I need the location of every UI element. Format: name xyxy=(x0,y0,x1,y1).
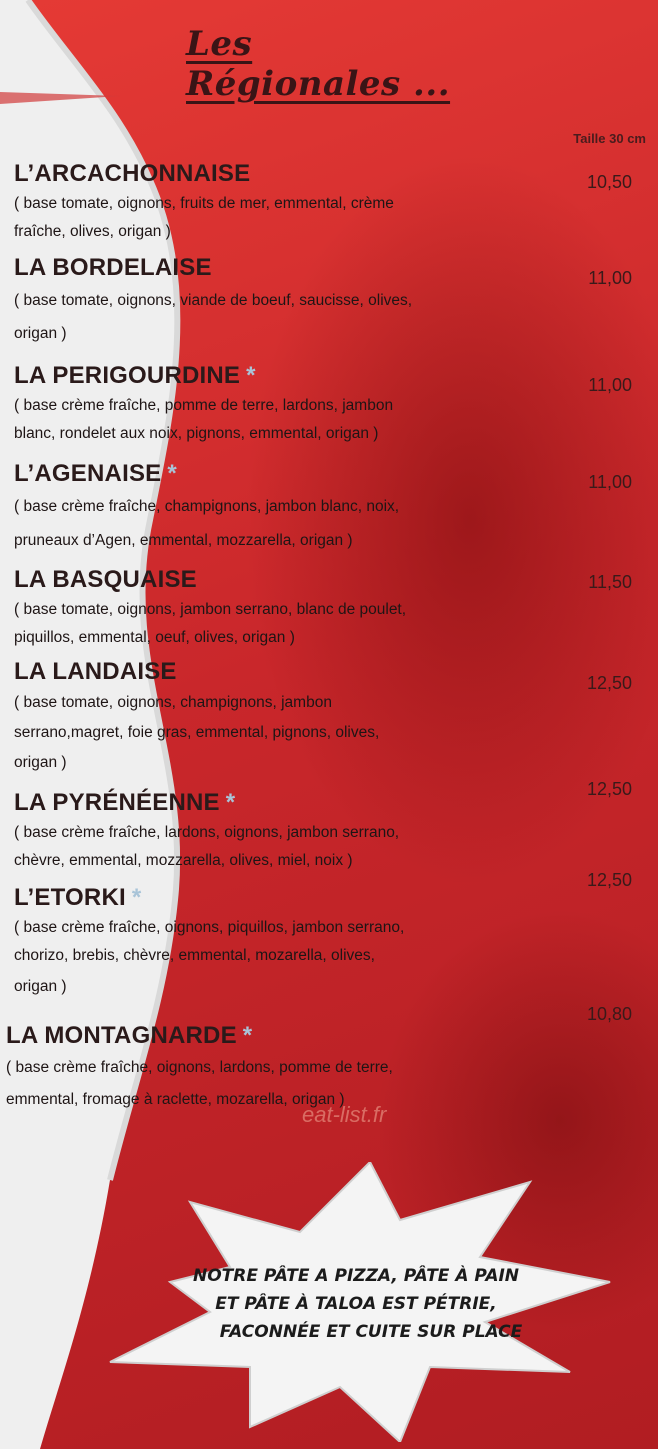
description-line: ( base crème fraîche, champignons, jambo… xyxy=(14,498,400,515)
menu-item: L’AGENAISE * ( base crème fraîche, champi… xyxy=(14,460,544,558)
item-name: LA PERIGOURDINE * xyxy=(14,362,544,390)
starburst-line: ET PÂTE À TALOA EST PÉTRIE, xyxy=(215,1294,497,1314)
item-name-text: LA BASQUAISE xyxy=(14,566,197,593)
item-price: 10,80 xyxy=(586,1004,632,1024)
item-price: 11,00 xyxy=(588,268,632,288)
star-mark: * xyxy=(225,789,236,816)
item-price: 10,50 xyxy=(586,172,632,192)
description-line: chèvre, emmental, mozzarella, olives, mi… xyxy=(14,852,353,869)
item-name-text: LA BORDELAISE xyxy=(14,254,212,281)
item-name-text: L’AGENAISE xyxy=(14,460,162,487)
item-price: 12,50 xyxy=(586,673,632,693)
item-name: LA MONTAGNARDE * xyxy=(6,1022,536,1050)
item-price: 11,00 xyxy=(588,472,632,492)
description-line: fraîche, olives, origan ) xyxy=(14,223,171,240)
item-description: ( base crème fraîche, oignons, piquillos… xyxy=(14,914,544,1001)
item-name: LA BASQUAISE xyxy=(14,566,544,594)
description-line: chorizo, brebis, chèvre, emmental, mozar… xyxy=(14,947,375,964)
description-line: ( base crème fraîche, oignons, lardons, … xyxy=(6,1059,393,1076)
description-line: pruneaux d’Agen, emmental, mozzarella, o… xyxy=(14,532,353,549)
description-line: serrano,magret, foie gras, emmental, pig… xyxy=(14,724,380,741)
description-line: emmental, fromage à raclette, mozarella,… xyxy=(6,1091,345,1108)
item-name: LA BORDELAISE xyxy=(14,254,544,282)
description-line: ( base tomate, oignons, viande de boeuf,… xyxy=(14,292,413,309)
item-description: ( base crème fraîche, champignons, jambo… xyxy=(14,490,544,558)
item-name: L’AGENAISE * xyxy=(14,460,544,488)
description-line: piquillos, emmental, oeuf, olives, origa… xyxy=(14,629,295,646)
menu-item: L’ARCACHONNAISE ( base tomate, oignons, … xyxy=(14,160,544,246)
item-description: ( base tomate, oignons, fruits de mer, e… xyxy=(14,190,544,246)
item-description: ( base tomate, oignons, champignons, jam… xyxy=(14,688,544,778)
item-name-text: L’ETORKI xyxy=(14,884,126,911)
item-price: 12,50 xyxy=(586,870,632,890)
item-description: ( base tomate, oignons, jambon serrano, … xyxy=(14,596,544,652)
item-price: 11,50 xyxy=(588,572,632,592)
item-description: ( base crème fraîche, lardons, oignons, … xyxy=(14,819,544,875)
item-name: L’ETORKI * xyxy=(14,884,544,912)
menu-item: LA BORDELAISE ( base tomate, oignons, vi… xyxy=(14,254,544,350)
menu-item: LA PYRÉNÉENNE * ( base crème fraîche, lar… xyxy=(14,789,544,875)
description-line: blanc, rondelet aux noix, pignons, emmen… xyxy=(14,425,379,442)
star-mark: * xyxy=(242,1022,253,1049)
item-description: ( base tomate, oignons, viande de boeuf,… xyxy=(14,284,544,350)
description-line: ( base crème fraîche, pomme de terre, la… xyxy=(14,397,394,414)
item-name: LA LANDAISE xyxy=(14,658,544,686)
item-name: L’ARCACHONNAISE xyxy=(14,160,544,188)
menu-item: LA MONTAGNARDE * ( base crème fraîche, oi… xyxy=(6,1022,536,1116)
description-line: origan ) xyxy=(14,978,67,995)
item-name-text: L’ARCACHONNAISE xyxy=(14,160,251,187)
item-description: ( base crème fraîche, pomme de terre, la… xyxy=(14,392,544,448)
item-name-text: LA PYRÉNÉENNE xyxy=(14,789,220,816)
item-price: 12,50 xyxy=(586,779,632,799)
description-line: ( base tomate, oignons, jambon serrano, … xyxy=(14,601,407,618)
size-label: Taille 30 cm xyxy=(573,131,646,146)
star-mark: * xyxy=(167,460,177,487)
menu-item: L’ETORKI * ( base crème fraîche, oignons,… xyxy=(14,884,544,1001)
menu-item: LA BASQUAISE ( base tomate, oignons, jam… xyxy=(14,566,544,652)
item-name: LA PYRÉNÉENNE * xyxy=(14,789,544,817)
starburst-line: FACONNÉE ET CUITE SUR PLACE xyxy=(219,1322,523,1342)
description-line: ( base tomate, oignons, fruits de mer, e… xyxy=(14,195,394,212)
star-mark: * xyxy=(131,884,142,911)
description-line: ( base tomate, oignons, champignons, jam… xyxy=(14,694,332,711)
item-price: 11,00 xyxy=(588,375,632,395)
starburst-text: NOTRE PÂTE A PIZZA, PÂTE À PAIN ET PÂTE … xyxy=(176,1262,536,1346)
watermark: eat-list.fr xyxy=(302,1102,387,1127)
menu-item: LA PERIGOURDINE * ( base crème fraîche, p… xyxy=(14,362,544,448)
description-line: origan ) xyxy=(14,754,67,771)
menu-item: LA LANDAISE ( base tomate, oignons, cham… xyxy=(14,658,544,778)
star-mark: * xyxy=(246,362,256,389)
item-name-text: LA PERIGOURDINE xyxy=(14,362,241,389)
item-name-text: LA LANDAISE xyxy=(14,658,177,685)
item-name-text: LA MONTAGNARDE xyxy=(6,1022,237,1049)
menu-title: Les Régionales ... xyxy=(186,24,451,104)
description-line: origan ) xyxy=(14,325,67,342)
item-description: ( base crème fraîche, oignons, lardons, … xyxy=(6,1052,536,1116)
description-line: ( base crème fraîche, lardons, oignons, … xyxy=(14,824,400,841)
description-line: ( base crème fraîche, oignons, piquillos… xyxy=(14,919,405,936)
starburst-line: NOTRE PÂTE A PIZZA, PÂTE À PAIN xyxy=(192,1266,520,1286)
